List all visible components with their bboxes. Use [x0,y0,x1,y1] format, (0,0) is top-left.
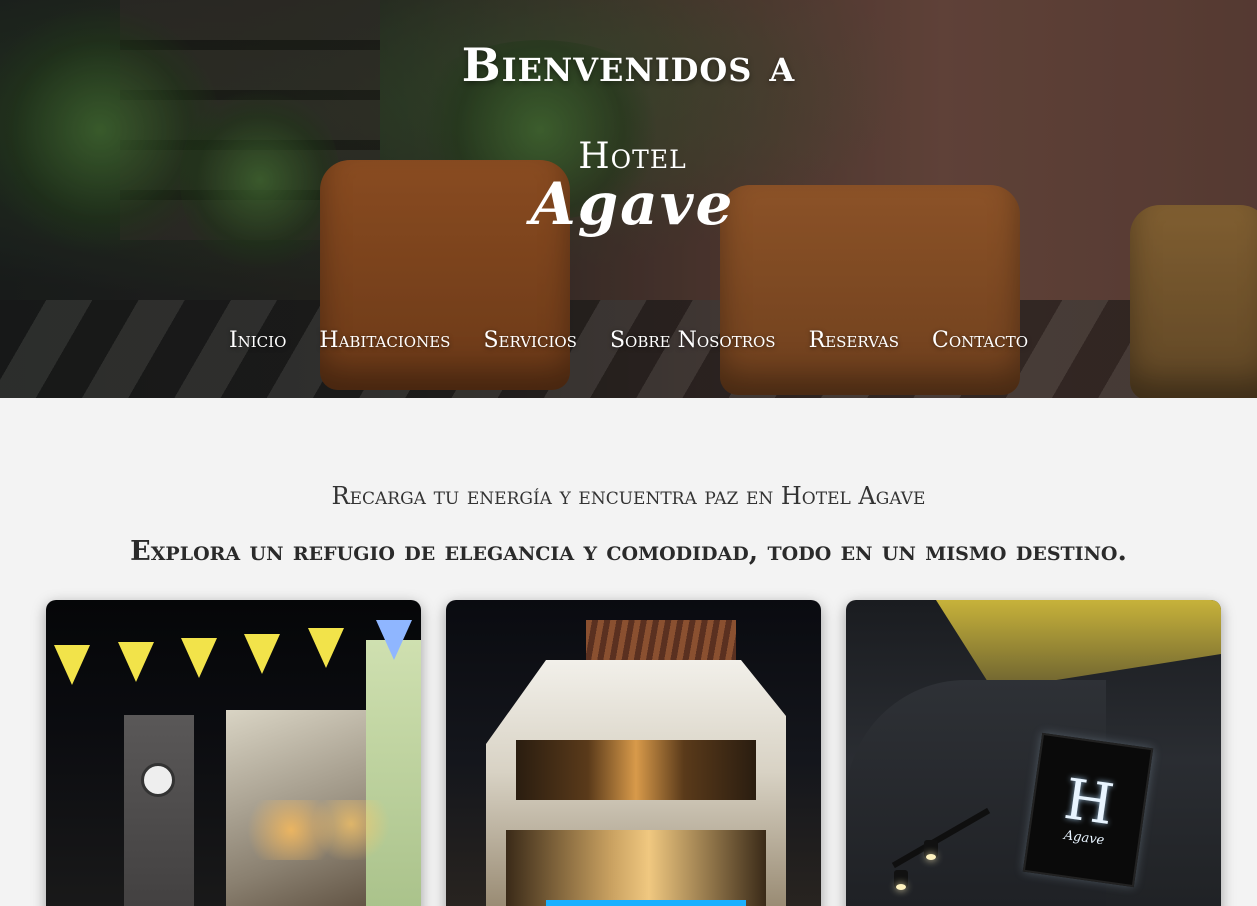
lamp-icon [924,840,938,860]
building-photo-shape [366,640,421,906]
papel-picado-flag [308,628,344,668]
roof-photo-shape [936,600,1221,690]
photo-cards: H Agave [46,600,1221,906]
section-heading: Explora un refugio de elegancia y comodi… [130,536,1127,567]
nav-item-reservas[interactable]: Reservas [809,328,899,353]
hero-title: Bienvenidos a [461,38,796,92]
nav-item-contacto[interactable]: Contacto [932,328,1028,353]
papel-picado-flag [118,642,154,682]
lamp-icon [894,870,908,890]
logo-agave-text: Agave [530,170,735,238]
windows-photo-shape [506,830,766,906]
nav-item-servicios[interactable]: Servicios [483,328,577,353]
windows-photo-shape [516,740,756,800]
clock-tower-photo-shape [124,715,194,906]
clock-icon [141,763,175,797]
papel-picado-flag [181,638,217,678]
tagline: Recarga tu energía y encuentra paz en Ho… [331,482,926,510]
papel-picado-flag [376,620,412,660]
main-nav: Inicio Habitaciones Servicios Sobre Noso… [0,328,1257,353]
photo-card-sign[interactable]: H Agave [846,600,1221,906]
photo-card-street[interactable] [46,600,421,906]
hotel-logo[interactable]: Hotel Agave [520,138,745,238]
nav-item-habitaciones[interactable]: Habitaciones [319,328,450,353]
nav-item-inicio[interactable]: Inicio [229,328,286,353]
sign-letter: H [1060,766,1118,838]
photo-card-facade[interactable] [446,600,821,906]
lights-photo-shape [246,800,396,860]
hero-banner: Bienvenidos a Hotel Agave Inicio Habitac… [0,0,1257,398]
nav-item-sobre-nosotros[interactable]: Sobre Nosotros [610,328,776,353]
hotel-sign: H Agave [1022,732,1154,888]
papel-picado-flag [54,645,90,685]
papel-picado-flag [244,634,280,674]
blue-light-photo-shape [546,900,746,906]
